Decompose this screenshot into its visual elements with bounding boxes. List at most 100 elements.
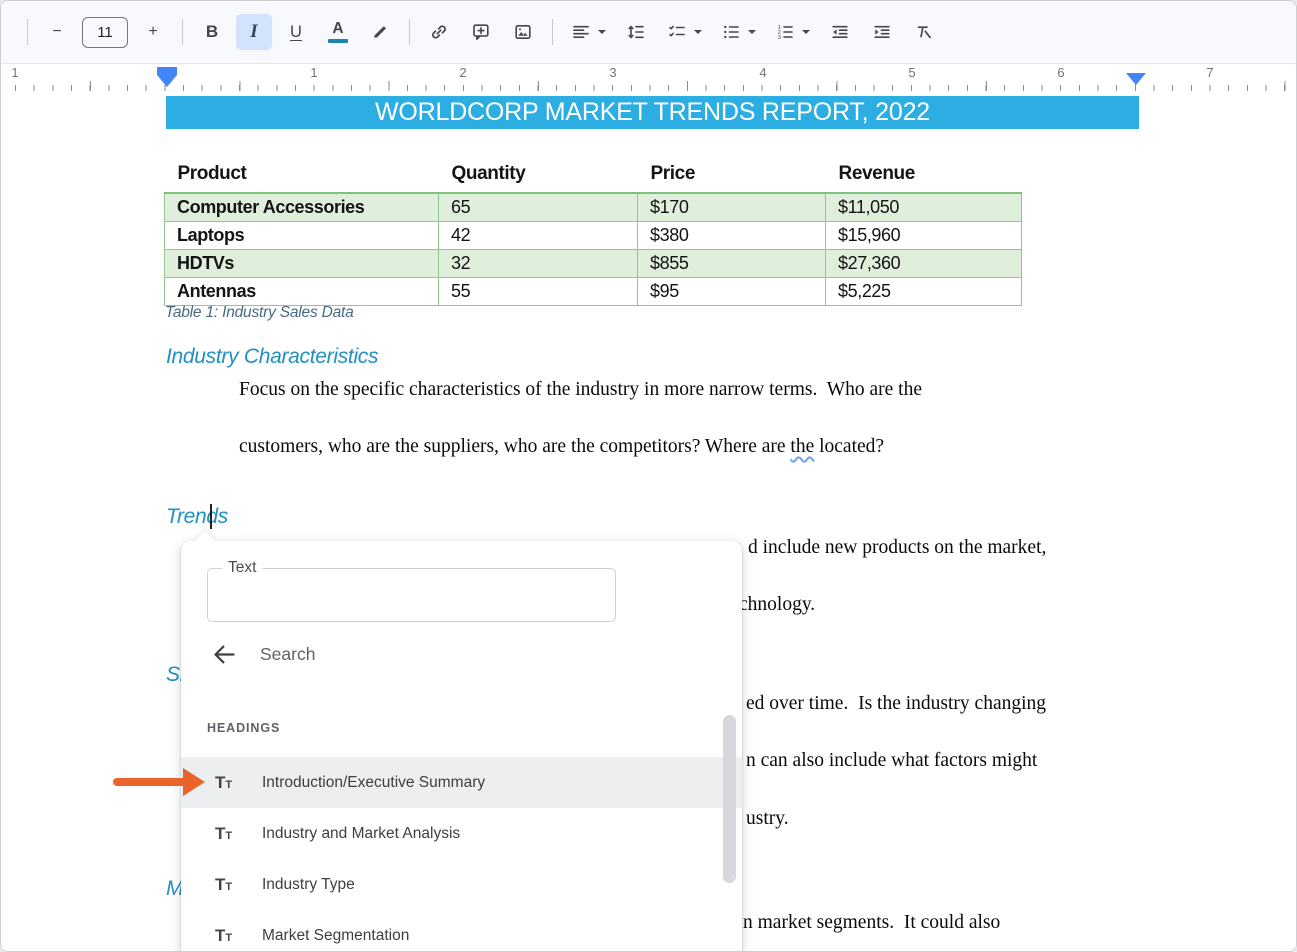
insert-link-button[interactable] <box>421 14 457 50</box>
bold-button[interactable]: B <box>194 14 230 50</box>
table-cell[interactable]: Computer Accessories <box>165 193 439 222</box>
align-left-icon <box>571 22 591 42</box>
background-text-fragment[interactable]: ed over time. Is the industry changing <box>746 693 1046 715</box>
ruler-number: 1 <box>307 65 320 80</box>
decrease-indent-button[interactable] <box>822 14 858 50</box>
search-button[interactable]: Search <box>211 641 315 668</box>
background-text-fragment[interactable]: d include new products on the market, <box>748 537 1046 559</box>
heading-option[interactable]: Industry Type <box>181 859 742 910</box>
search-label: Search <box>260 644 315 665</box>
paragraph-line[interactable]: customers, who are the suppliers, who ar… <box>239 436 884 458</box>
numbered-list-button[interactable]: 1 2 3 <box>768 14 816 50</box>
paragraph-text: located? <box>814 436 884 457</box>
table-cell[interactable]: HDTVs <box>165 250 439 278</box>
heading-option-label: Industry Type <box>262 876 355 894</box>
ruler-number: 2 <box>456 65 469 80</box>
background-text-fragment[interactable]: n market segments. It could also <box>743 912 1000 934</box>
clear-formatting-icon <box>914 22 934 42</box>
headings-section-label: HEADINGS <box>207 721 280 735</box>
text-color-letter: A <box>332 21 343 37</box>
line-spacing-button[interactable] <box>618 14 654 50</box>
table-cell[interactable]: $5,225 <box>826 278 1022 306</box>
heading-option[interactable]: Introduction/Executive Summary <box>181 757 742 808</box>
first-line-indent-marker[interactable] <box>157 67 177 75</box>
decrease-indent-icon <box>830 22 850 42</box>
heading-option[interactable]: Market Segmentation <box>181 910 742 952</box>
ruler: 1 1 2 3 4 5 6 7 <box>1 64 1296 94</box>
ruler-number: 4 <box>756 65 769 80</box>
text-color-bar <box>328 39 348 43</box>
toolbar-divider <box>552 19 553 45</box>
paragraph-line[interactable]: Focus on the specific characteristics of… <box>239 379 922 401</box>
heading-industry-characteristics[interactable]: Industry Characteristics <box>166 345 378 369</box>
alignment-button[interactable] <box>564 14 612 50</box>
annotation-arrow <box>111 768 207 796</box>
insert-image-button[interactable] <box>505 14 541 50</box>
toolbar-divider <box>409 19 410 45</box>
toolbar: − 11 + B I U A <box>1 1 1296 64</box>
bulleted-list-icon <box>721 22 741 42</box>
table-cell[interactable]: Antennas <box>165 278 439 306</box>
table-header-cell[interactable]: Quantity <box>439 159 638 193</box>
heading-trends[interactable]: Trends <box>166 505 228 529</box>
table-cell[interactable]: 65 <box>439 193 638 222</box>
increase-font-size-button[interactable]: + <box>135 14 171 50</box>
ruler-number: 1 <box>8 65 21 80</box>
sales-table[interactable]: Product Quantity Price Revenue Computer … <box>164 159 1022 306</box>
table-header-cell[interactable]: Price <box>638 159 826 193</box>
italic-button[interactable]: I <box>236 14 272 50</box>
heading-option-label: Market Segmentation <box>262 927 409 945</box>
decrease-font-size-button[interactable]: − <box>39 14 75 50</box>
add-comment-icon <box>471 22 491 42</box>
table-cell[interactable]: $27,360 <box>826 250 1022 278</box>
heading-options-list: Introduction/Executive Summary Industry … <box>181 757 742 952</box>
headings-popup: Text Search HEADINGS Introduction/Execut… <box>181 541 742 952</box>
underline-button[interactable]: U <box>278 14 314 50</box>
text-style-icon <box>215 773 239 793</box>
text-field-input[interactable] <box>216 573 611 617</box>
text-style-icon <box>215 824 239 844</box>
ruler-number: 7 <box>1203 65 1216 80</box>
table-cell[interactable]: Laptops <box>165 222 439 250</box>
table-cell[interactable]: $11,050 <box>826 193 1022 222</box>
highlight-color-button[interactable] <box>362 14 398 50</box>
text-color-button[interactable]: A <box>320 14 356 50</box>
text-field[interactable]: Text <box>207 568 616 622</box>
table-header-cell[interactable]: Revenue <box>826 159 1022 193</box>
caret-down-icon <box>598 30 606 34</box>
table-header-row: Product Quantity Price Revenue <box>165 159 1022 193</box>
checklist-button[interactable] <box>660 14 708 50</box>
background-text-fragment[interactable]: n can also include what factors might <box>746 750 1037 772</box>
title-banner[interactable]: WORLDCORP MARKET TRENDS REPORT, 2022 <box>166 96 1139 129</box>
table-header-cell[interactable]: Product <box>165 159 439 193</box>
background-text-fragment[interactable]: chnology. <box>739 594 815 616</box>
increase-indent-button[interactable] <box>864 14 900 50</box>
table-row: Computer Accessories 65 $170 $11,050 <box>165 193 1022 222</box>
table-cell[interactable]: $380 <box>638 222 826 250</box>
back-arrow-icon <box>211 641 238 668</box>
clear-formatting-button[interactable] <box>906 14 942 50</box>
heading-option[interactable]: Industry and Market Analysis <box>181 808 742 859</box>
table-cell[interactable]: 32 <box>439 250 638 278</box>
background-text-fragment[interactable]: ustry. <box>746 808 789 830</box>
table-caption[interactable]: Table 1: Industry Sales Data <box>165 304 354 322</box>
table-cell[interactable]: $95 <box>638 278 826 306</box>
numbered-list-icon: 1 2 3 <box>775 22 795 42</box>
table-cell[interactable]: 55 <box>439 278 638 306</box>
bulleted-list-button[interactable] <box>714 14 762 50</box>
link-icon <box>429 22 449 42</box>
table-cell[interactable]: $15,960 <box>826 222 1022 250</box>
toolbar-divider <box>182 19 183 45</box>
misspelled-word[interactable]: the <box>790 436 814 457</box>
table-cell[interactable]: 42 <box>439 222 638 250</box>
add-comment-button[interactable] <box>463 14 499 50</box>
right-indent-marker[interactable] <box>1126 73 1146 85</box>
table-cell[interactable]: $170 <box>638 193 826 222</box>
checklist-icon <box>667 22 687 42</box>
font-size-input[interactable]: 11 <box>82 17 128 48</box>
left-indent-marker[interactable] <box>157 75 177 87</box>
popup-scrollbar[interactable] <box>723 715 736 883</box>
document-canvas[interactable]: WORLDCORP MARKET TRENDS REPORT, 2022 Pro… <box>1 93 1296 951</box>
table-cell[interactable]: $855 <box>638 250 826 278</box>
caret-down-icon <box>748 30 756 34</box>
